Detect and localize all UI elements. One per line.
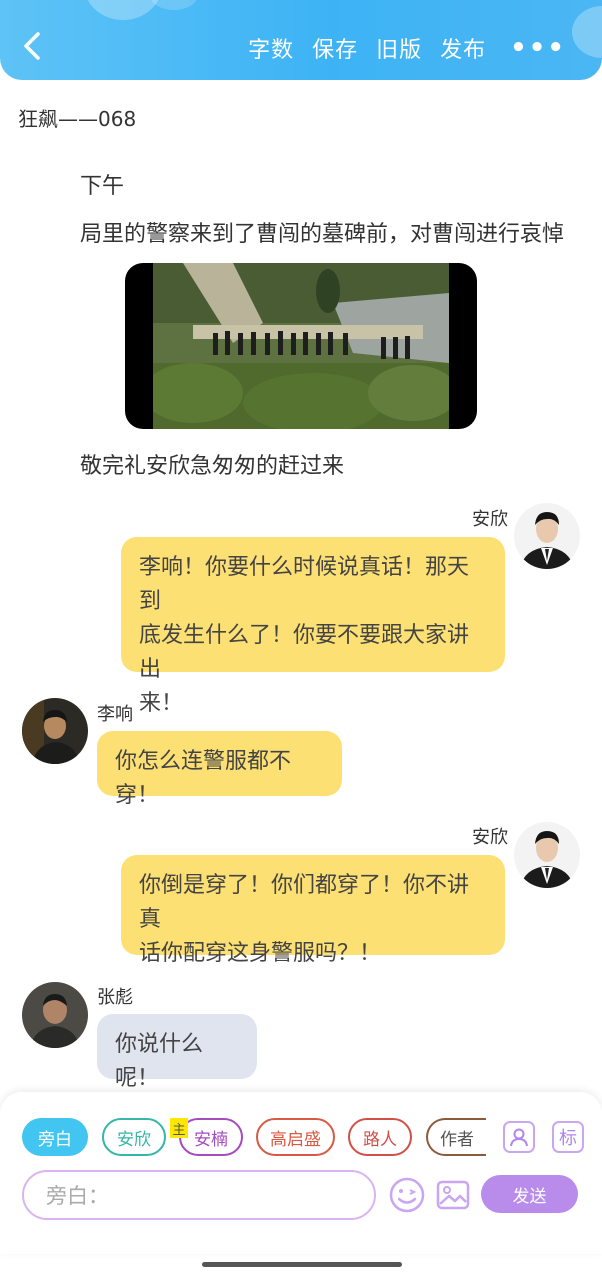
avatar[interactable]	[22, 982, 88, 1048]
narration-text[interactable]: 下午	[80, 168, 124, 200]
tag-label: 标	[559, 1128, 577, 1149]
more-button[interactable]: •••	[510, 35, 566, 61]
message-line: 你倒是穿了！你们都穿了！你不讲真	[139, 873, 470, 932]
chevron-left-icon	[24, 32, 40, 60]
message-input[interactable]: 旁白：	[22, 1170, 376, 1220]
speaker-name: 张彪	[97, 987, 133, 1008]
old-version-button[interactable]: 旧版	[376, 32, 422, 64]
speaker-name: 李响	[97, 704, 133, 725]
role-label: 高启盛	[270, 1129, 321, 1150]
role-label: 安楠	[194, 1129, 228, 1150]
narration-text[interactable]: 敬完礼安欣急匆匆的赶过来	[80, 448, 344, 480]
role-tag-author[interactable]: 作者	[426, 1118, 486, 1156]
cemetery-image	[153, 263, 449, 429]
publish-button[interactable]: 发布	[440, 32, 486, 64]
role-tag-gaoqisheng[interactable]: 高启盛	[256, 1118, 335, 1156]
image-icon	[436, 1180, 470, 1210]
emoji-button[interactable]	[389, 1177, 425, 1213]
home-indicator	[202, 1262, 402, 1267]
top-bar: 字数 保存 旧版 发布 •••	[0, 0, 602, 80]
chapter-title[interactable]: 狂飙——068	[18, 103, 136, 132]
tag-button[interactable]: 标	[552, 1121, 584, 1153]
role-tag-passerby[interactable]: 路人	[348, 1118, 412, 1156]
header-actions: 字数 保存 旧版 发布 •••	[248, 30, 602, 66]
role-label: 作者	[440, 1129, 474, 1150]
main-role-badge: 主	[170, 1118, 188, 1138]
message-line: 李响！你要什么时候说真话！那天到	[139, 555, 470, 614]
zhangbiao-avatar-icon	[22, 982, 88, 1048]
speaker-name: 安欣	[472, 827, 508, 848]
role-tag-narration[interactable]: 旁白	[22, 1118, 88, 1156]
back-button[interactable]	[18, 28, 48, 64]
message-line: 你怎么连警服都不穿！	[115, 749, 292, 808]
role-label: 安欣	[117, 1129, 151, 1150]
send-button[interactable]: 发送	[481, 1175, 578, 1213]
avatar[interactable]	[514, 503, 580, 569]
role-label: 路人	[363, 1129, 397, 1150]
character-card-button[interactable]	[503, 1121, 535, 1153]
message-bubble[interactable]: 你倒是穿了！你们都穿了！你不讲真 话你配穿这身警服吗？！	[121, 855, 505, 966]
message-line: 底发生什么了！你要不要跟大家讲出	[139, 623, 470, 682]
message-bubble[interactable]: 你怎么连警服都不穿！	[97, 731, 342, 808]
decorative-bubble	[150, 0, 198, 10]
anxin-avatar-icon	[514, 503, 580, 569]
avatar[interactable]	[514, 822, 580, 888]
character-card-icon	[510, 1128, 528, 1147]
send-label: 发送	[512, 1186, 547, 1207]
role-label: 旁白	[38, 1129, 72, 1150]
input-placeholder: 旁白：	[46, 1184, 109, 1208]
message-line: 话你配穿这身警服吗？！	[139, 941, 382, 966]
emoji-icon	[389, 1177, 425, 1213]
role-tag-anxin[interactable]: 安欣	[102, 1118, 166, 1156]
scene-image[interactable]	[125, 263, 477, 429]
image-button[interactable]	[435, 1177, 471, 1213]
save-button[interactable]: 保存	[312, 32, 358, 64]
message-line: 你说什么呢！	[115, 1032, 204, 1091]
narration-text[interactable]: 局里的警察来到了曹闯的墓碑前，对曹闯进行哀悼	[80, 216, 564, 248]
word-count-button[interactable]: 字数	[248, 32, 294, 64]
speaker-name: 安欣	[472, 509, 508, 530]
lixiang-avatar-icon	[22, 698, 88, 764]
avatar[interactable]	[22, 698, 88, 764]
anxin-avatar-icon	[514, 822, 580, 888]
message-line: 来！	[139, 691, 184, 716]
decorative-bubble	[84, 0, 162, 20]
role-tag-annan[interactable]: 安楠	[179, 1118, 243, 1156]
message-bubble[interactable]: 你说什么呢！	[97, 1014, 257, 1091]
message-bubble[interactable]: 李响！你要什么时候说真话！那天到 底发生什么了！你要不要跟大家讲出 来！	[121, 537, 505, 716]
